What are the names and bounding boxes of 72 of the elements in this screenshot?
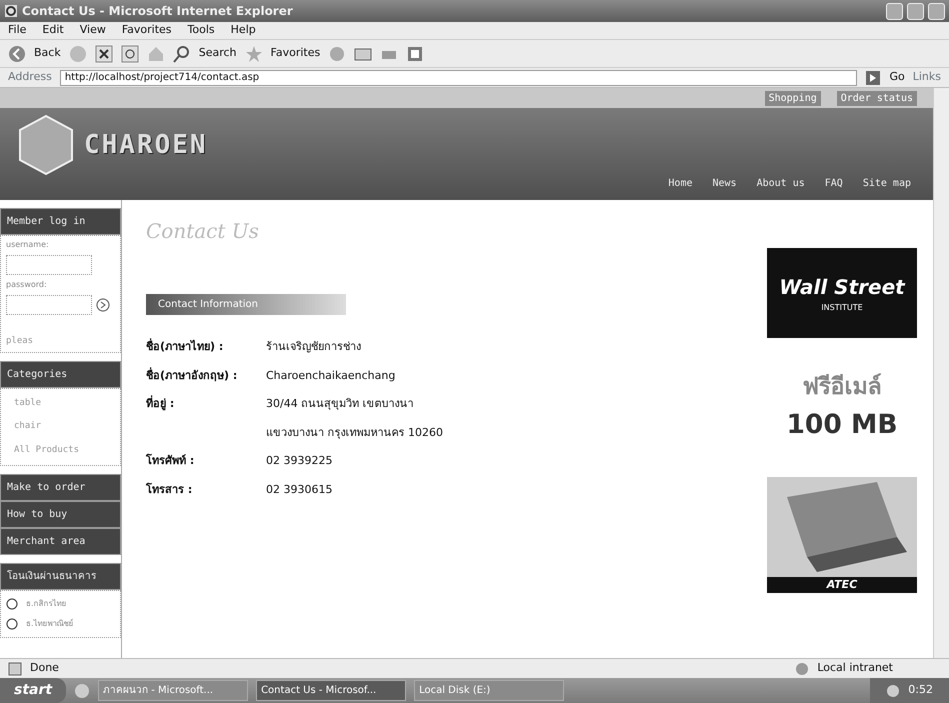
refresh-icon[interactable] bbox=[120, 44, 139, 62]
sidebar-menu-item[interactable]: Make to order bbox=[0, 474, 121, 501]
username-field[interactable] bbox=[6, 255, 92, 275]
ad-banner[interactable]: ATEC bbox=[767, 476, 917, 594]
sidebar-menu-item[interactable]: How to buy bbox=[0, 501, 121, 528]
menu-item[interactable]: Tools bbox=[188, 22, 215, 39]
page-title: Contact Us bbox=[146, 218, 260, 245]
password-field[interactable] bbox=[6, 295, 92, 315]
field-label: ชื่อ(ภาษาไทย) : bbox=[146, 339, 224, 355]
top-link[interactable]: Order status bbox=[836, 90, 917, 106]
ad-title: Wall Street bbox=[778, 274, 906, 301]
field-value: 30/44 ถนนสุขุมวิท เขตบางนา bbox=[266, 396, 414, 412]
field-value: ร้านเจริญชัยการช่าง bbox=[266, 339, 361, 355]
ad-banner[interactable]: Wall Street INSTITUTE bbox=[767, 248, 917, 338]
hexagon-logo-icon bbox=[16, 114, 76, 176]
section-header: Member log in bbox=[0, 208, 121, 235]
nav-link[interactable]: FAQ bbox=[818, 175, 849, 192]
minimize-button[interactable] bbox=[886, 2, 903, 20]
top-link[interactable]: Shopping bbox=[764, 90, 821, 106]
bank-link[interactable]: ธ.กสิกรไทย bbox=[26, 598, 67, 610]
scrollbar[interactable] bbox=[933, 88, 949, 658]
field-label: ชื่อ(ภาษาอังกฤษ) : bbox=[146, 368, 238, 384]
section-header: Categories bbox=[0, 360, 121, 388]
sidebar-menu-item[interactable]: Merchant area bbox=[0, 528, 121, 555]
login-note: pleas bbox=[6, 335, 34, 348]
address-field[interactable]: http://localhost/project714/contact.asp bbox=[60, 70, 858, 86]
stop-icon[interactable] bbox=[94, 44, 113, 62]
ad-title: ฟรีอีเมล์ bbox=[802, 372, 882, 402]
nav-link[interactable]: News bbox=[706, 175, 743, 192]
nav-link[interactable]: Site map bbox=[856, 175, 917, 192]
field-value: 02 3939225 bbox=[266, 453, 332, 469]
bank-link[interactable]: ธ.ไทยพาณิชย์ bbox=[26, 618, 74, 630]
back-button[interactable]: Back bbox=[34, 45, 61, 62]
zone-label: Local intranet bbox=[817, 660, 894, 676]
menu-item[interactable]: Edit bbox=[42, 22, 64, 39]
field-value: Charoenchaikaenchang bbox=[266, 368, 396, 384]
menu-item[interactable]: Favorites bbox=[122, 22, 172, 39]
clock: 0:52 bbox=[908, 682, 933, 698]
ad-subtitle: INSTITUTE bbox=[820, 302, 864, 314]
nav-link[interactable]: About us bbox=[750, 175, 811, 192]
ad-title: ATEC bbox=[767, 576, 917, 594]
field-label: โทรศัพท์ : bbox=[146, 453, 196, 469]
section-header: Contact Information bbox=[146, 294, 346, 315]
start-button[interactable]: start bbox=[0, 678, 66, 703]
window-title: Contact Us - Microsoft Internet Explorer bbox=[22, 3, 294, 20]
close-button[interactable] bbox=[928, 2, 945, 20]
field-value: 02 3930615 bbox=[266, 482, 332, 498]
menu-item[interactable]: View bbox=[80, 22, 106, 39]
menu-item[interactable]: Help bbox=[230, 22, 256, 39]
favorites-button[interactable]: Favorites bbox=[270, 45, 320, 62]
field-label: username: bbox=[6, 239, 50, 251]
go-button[interactable]: Go bbox=[889, 69, 905, 86]
back-icon[interactable] bbox=[8, 44, 26, 62]
star-icon[interactable] bbox=[244, 44, 263, 62]
field-label: โทรสาร : bbox=[146, 482, 194, 498]
section-header: โอนเงินผ่านธนาคาร bbox=[0, 563, 121, 590]
taskbar-button[interactable]: Contact Us - Microsof... bbox=[256, 680, 406, 701]
search-icon[interactable] bbox=[172, 44, 191, 62]
maximize-button[interactable] bbox=[907, 2, 924, 20]
links-button[interactable]: Links bbox=[912, 69, 941, 86]
field-label: ที่อยู่ : bbox=[146, 396, 176, 412]
address-label: Address bbox=[8, 69, 52, 86]
go-icon[interactable] bbox=[865, 70, 882, 86]
field-value: แขวงบางนา กรุงเทพมหานคร 10260 bbox=[266, 424, 443, 441]
nav-link[interactable]: Home bbox=[662, 175, 698, 192]
menu-item[interactable]: File bbox=[8, 22, 26, 39]
ad-subtitle: 100 MB bbox=[785, 408, 899, 442]
site-logo[interactable]: CHAROEN bbox=[84, 126, 208, 164]
home-icon[interactable] bbox=[146, 44, 165, 62]
field-label: password: bbox=[6, 279, 48, 291]
status-text: Done bbox=[30, 660, 60, 676]
search-button[interactable]: Search bbox=[198, 45, 237, 62]
